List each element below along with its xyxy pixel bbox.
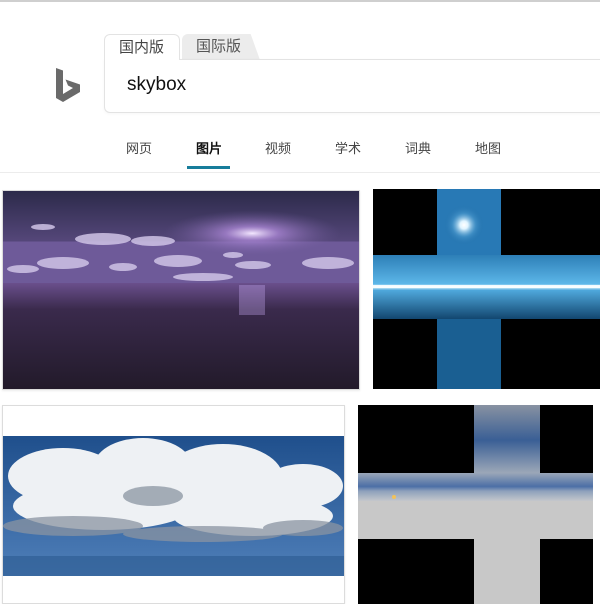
- nav-item-maps[interactable]: 地图: [475, 138, 501, 157]
- image-result-purple-skybox[interactable]: [2, 190, 360, 390]
- nav-divider: [0, 172, 600, 173]
- top-border: [0, 0, 600, 2]
- search-box[interactable]: [104, 59, 600, 113]
- image-result-grey-cubemap[interactable]: [358, 405, 593, 604]
- bing-logo-icon[interactable]: [54, 68, 82, 104]
- purple-skybox-thumbnail: [3, 191, 359, 389]
- nav-item-images[interactable]: 图片: [196, 138, 222, 157]
- vertical-nav: 网页 图片 视频 学术 词典 地图: [0, 138, 600, 172]
- image-result-cloudy-sky[interactable]: [2, 405, 345, 604]
- nav-item-videos[interactable]: 视频: [265, 138, 291, 157]
- image-result-blue-cubemap[interactable]: [373, 189, 600, 389]
- active-tab-indicator: [187, 166, 230, 169]
- tab-international[interactable]: 国际版: [182, 34, 260, 60]
- cloudy-sky-thumbnail: [3, 406, 344, 603]
- nav-item-web[interactable]: 网页: [126, 138, 152, 157]
- tab-domestic[interactable]: 国内版: [104, 34, 180, 60]
- nav-item-dictionary[interactable]: 词典: [405, 138, 431, 157]
- search-input[interactable]: [127, 74, 577, 96]
- nav-item-academic[interactable]: 学术: [335, 138, 361, 157]
- grey-cubemap-thumbnail: [358, 405, 593, 604]
- blue-cubemap-thumbnail: [373, 189, 600, 389]
